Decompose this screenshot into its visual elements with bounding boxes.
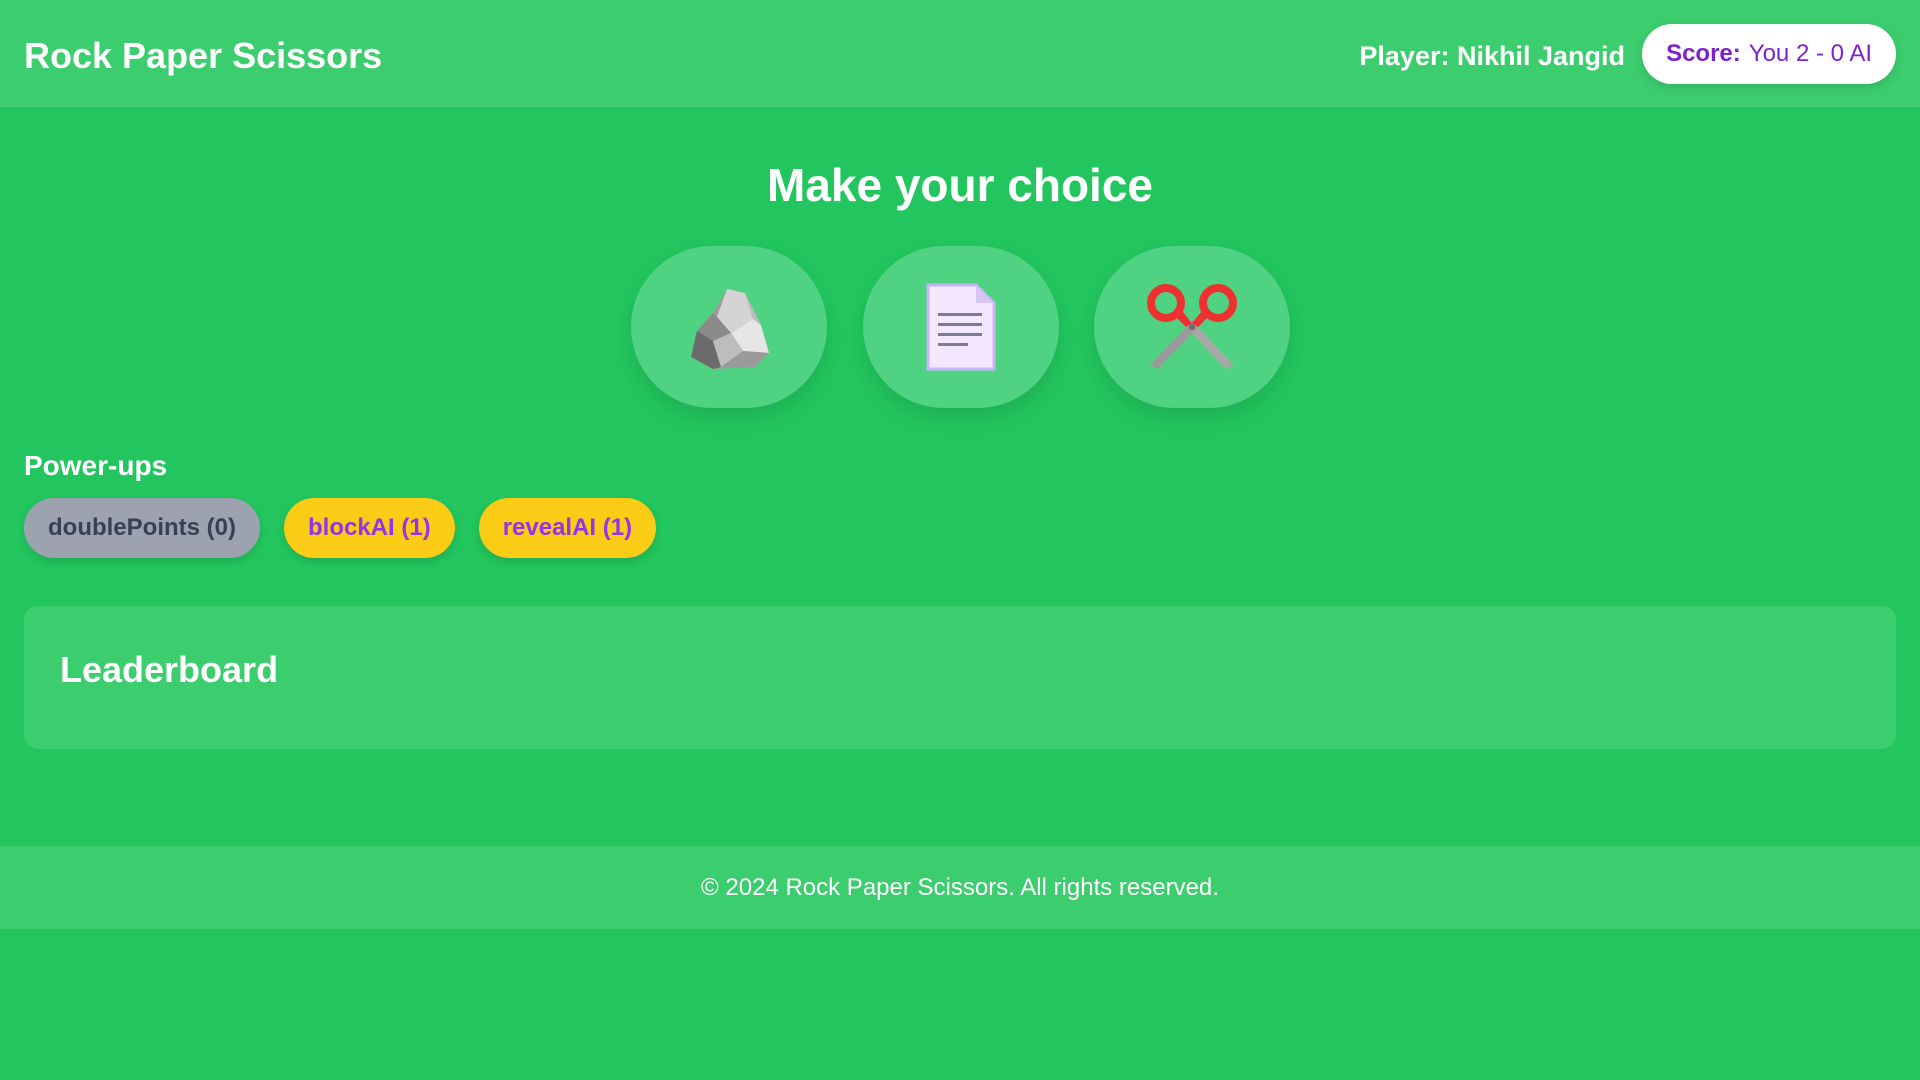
leaderboard-panel: Leaderboard — [24, 606, 1896, 749]
leaderboard-title: Leaderboard — [60, 649, 279, 690]
score-badge: Score: You 2 - 0 AI — [1642, 24, 1896, 84]
player-name: Player: Nikhil Jangid — [1359, 41, 1625, 71]
scissors-icon — [1147, 284, 1237, 369]
app-header: Rock Paper Scissors Player: Nikhil Jangi… — [0, 0, 1920, 107]
score-label: Score: — [1666, 40, 1741, 67]
powerups-list: doublePoints (0) blockAI (1) revealAI (1… — [24, 498, 657, 558]
block-ai-button[interactable]: blockAI (1) — [284, 498, 455, 558]
rock-icon — [691, 289, 769, 369]
choice-buttons — [631, 246, 1290, 408]
footer-text: © 2024 Rock Paper Scissors. All rights r… — [701, 873, 1219, 901]
double-points-button[interactable]: doublePoints (0) — [24, 498, 260, 558]
powerups-heading: Power-ups — [24, 450, 168, 481]
app-title: Rock Paper Scissors — [24, 35, 383, 76]
footer: © 2024 Rock Paper Scissors. All rights r… — [0, 846, 1920, 929]
choice-heading: Make your choice — [766, 159, 1154, 211]
scissors-button[interactable] — [1094, 246, 1290, 408]
reveal-ai-button[interactable]: revealAI (1) — [478, 498, 657, 558]
paper-button[interactable] — [862, 246, 1059, 408]
score-value: You 2 - 0 AI — [1748, 40, 1872, 67]
paper-icon — [926, 283, 995, 371]
rock-button[interactable] — [631, 246, 827, 408]
